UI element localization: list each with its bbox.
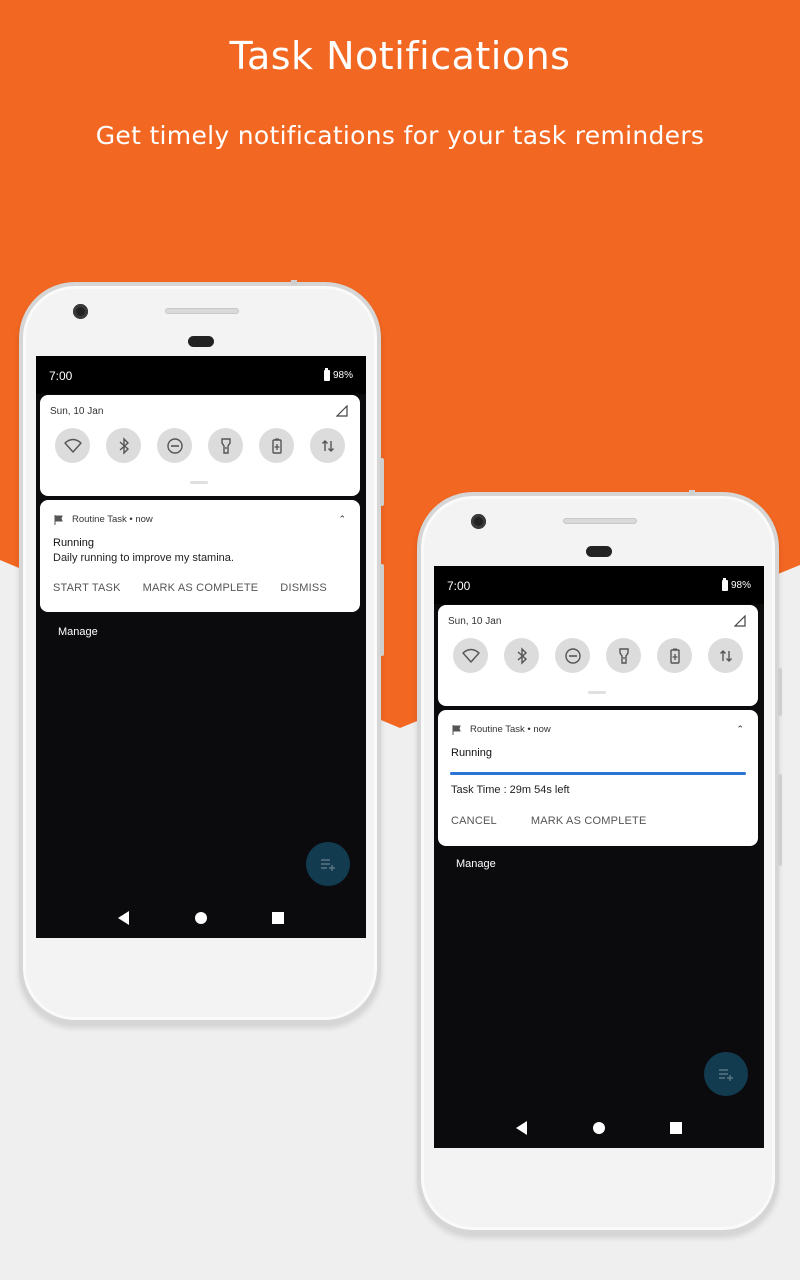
wifi-icon: [461, 648, 480, 663]
phone-power-button: [380, 458, 384, 506]
phone-screen: 7:00 98% Sun, 10 Jan Routine Task • now …: [36, 356, 366, 938]
back-icon[interactable]: [516, 1121, 528, 1135]
battery-icon: [721, 578, 728, 591]
tile-battery-saver[interactable]: [259, 428, 294, 463]
battery-status: 98%: [323, 368, 353, 381]
dismiss-button[interactable]: DISMISS: [280, 582, 327, 594]
flashlight-icon: [618, 647, 629, 664]
task-progress-fill: [450, 772, 746, 775]
playlist-add-icon: [719, 1069, 733, 1081]
back-icon[interactable]: [118, 911, 130, 925]
manage-button[interactable]: Manage: [456, 858, 496, 870]
proximity-sensor: [188, 336, 214, 347]
phone-volume-button: [380, 564, 384, 656]
page-title: Task Notifications: [229, 34, 571, 78]
battery-saver-icon: [271, 438, 282, 454]
tile-battery-saver[interactable]: [657, 638, 692, 673]
task-timer-notification[interactable]: Routine Task • now ⌃ Running Task Time :…: [438, 710, 758, 846]
phone-mockup-1: 7:00 98% Sun, 10 Jan Routine Task • now …: [19, 280, 384, 1024]
start-task-button[interactable]: START TASK: [53, 582, 121, 594]
bluetooth-icon: [517, 646, 527, 665]
tile-flashlight[interactable]: [606, 638, 641, 673]
quick-settings-panel: Sun, 10 Jan: [438, 605, 758, 706]
add-task-fab[interactable]: [306, 842, 350, 886]
notification-header: Routine Task • now: [54, 514, 153, 525]
notification-app-time: Routine Task • now: [72, 514, 153, 525]
mark-complete-button[interactable]: MARK AS COMPLETE: [531, 815, 647, 827]
battery-percent: 98%: [332, 370, 353, 381]
mobile-data-icon: [321, 439, 334, 452]
tile-bluetooth[interactable]: [106, 428, 141, 463]
manage-button[interactable]: Manage: [58, 626, 98, 638]
recents-icon[interactable]: [669, 1122, 682, 1134]
quick-settings-panel: Sun, 10 Jan: [40, 395, 360, 496]
notification-title: Running: [451, 747, 492, 759]
phone-power-button: [778, 668, 782, 716]
tile-mobile-data[interactable]: [310, 428, 345, 463]
bluetooth-icon: [119, 436, 129, 455]
navigation-bar: [434, 1108, 764, 1148]
tile-bluetooth[interactable]: [504, 638, 539, 673]
task-progress-bar: [450, 772, 746, 775]
add-task-fab[interactable]: [704, 1052, 748, 1096]
status-bar: 7:00 98%: [434, 566, 764, 604]
flag-icon: [54, 514, 63, 525]
front-camera: [471, 514, 486, 529]
notification-text: Daily running to improve my stamina.: [53, 552, 234, 564]
do-not-disturb-icon: [166, 437, 183, 454]
playlist-add-icon: [321, 859, 335, 871]
phone-top-button: [291, 280, 297, 285]
mobile-data-icon: [719, 649, 732, 662]
notification-title: Running: [53, 537, 94, 549]
qs-date: Sun, 10 Jan: [448, 616, 502, 627]
notification-app-time: Routine Task • now: [470, 724, 551, 735]
tile-do-not-disturb[interactable]: [157, 428, 192, 463]
status-time: 7:00: [447, 579, 471, 593]
qs-drag-handle[interactable]: [588, 691, 606, 694]
flashlight-icon: [220, 437, 231, 454]
flag-icon: [452, 724, 461, 735]
mark-complete-button[interactable]: MARK AS COMPLETE: [143, 582, 259, 594]
recents-icon[interactable]: [271, 912, 284, 924]
proximity-sensor: [586, 546, 612, 557]
task-notification[interactable]: Routine Task • now ⌃ Running Daily runni…: [40, 500, 360, 612]
home-icon[interactable]: [592, 1122, 605, 1134]
navigation-bar: [36, 898, 366, 938]
battery-saver-icon: [669, 648, 680, 664]
tile-flashlight[interactable]: [208, 428, 243, 463]
do-not-disturb-icon: [564, 647, 581, 664]
signal-icon: [336, 405, 348, 417]
earpiece-speaker: [165, 308, 239, 314]
wifi-icon: [63, 438, 82, 453]
tile-mobile-data[interactable]: [708, 638, 743, 673]
tile-do-not-disturb[interactable]: [555, 638, 590, 673]
qs-drag-handle[interactable]: [190, 481, 208, 484]
battery-status: 98%: [721, 578, 751, 591]
page-subtitle: Get timely notifications for your task r…: [95, 121, 705, 150]
battery-icon: [323, 368, 330, 381]
earpiece-speaker: [563, 518, 637, 524]
front-camera: [73, 304, 88, 319]
phone-mockup-2: 7:00 98% Sun, 10 Jan Routine Task • now …: [417, 490, 782, 1234]
status-time: 7:00: [49, 369, 73, 383]
task-time-left: Task Time : 29m 54s left: [451, 784, 570, 796]
notification-header: Routine Task • now: [452, 724, 551, 735]
collapse-chevron-icon[interactable]: ⌃: [338, 514, 346, 525]
phone-screen: 7:00 98% Sun, 10 Jan Routine Task • now …: [434, 566, 764, 1148]
tile-wifi[interactable]: [453, 638, 488, 673]
tile-wifi[interactable]: [55, 428, 90, 463]
status-bar: 7:00 98%: [36, 356, 366, 394]
home-icon[interactable]: [194, 912, 207, 924]
collapse-chevron-icon[interactable]: ⌃: [736, 724, 744, 735]
qs-date: Sun, 10 Jan: [50, 406, 104, 417]
signal-icon: [734, 615, 746, 627]
cancel-button[interactable]: CANCEL: [451, 815, 497, 827]
battery-percent: 98%: [730, 580, 751, 591]
phone-volume-button: [778, 774, 782, 866]
phone-top-button: [689, 490, 695, 495]
